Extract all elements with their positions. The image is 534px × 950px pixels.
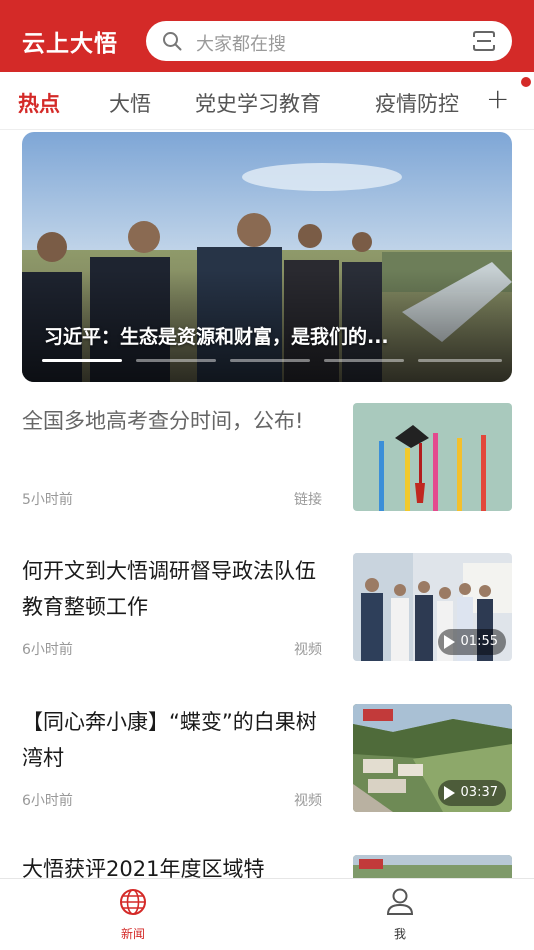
app-header: 云上大悟 大家都在搜 [0,0,534,72]
carousel-dot [136,359,216,362]
tab-hot[interactable]: 热点 [18,88,60,118]
video-duration-badge: 01:55 [437,629,506,655]
scan-icon[interactable] [472,30,496,52]
carousel-dot-active [42,359,122,362]
tab-epidemic[interactable]: 疫情防控 [375,88,459,118]
news-thumbnail: 03:37 [353,704,512,812]
carousel-indicator [42,359,502,362]
nav-label: 新闻 [120,927,145,941]
video-duration-badge: 03:37 [437,780,506,806]
app-title: 云上大悟 [22,31,118,57]
search-bar[interactable]: 大家都在搜 [146,21,512,61]
tab-dawu[interactable]: 大悟 [109,88,151,118]
play-icon [443,786,455,800]
news-type: 视频 [294,793,322,809]
news-title: 全国多地高考查分时间，公布! [22,409,304,433]
nav-label: 我 [393,927,406,941]
news-title: 大悟获评2021年度区域特 [22,857,265,878]
news-type: 链接 [294,492,322,508]
video-duration: 03:37 [460,785,498,800]
video-duration: 01:55 [460,634,498,649]
news-item[interactable]: 全国多地高考查分时间，公布! 5小时前 链接 [22,403,512,513]
carousel-dot [324,359,404,362]
news-title: 何开文到大悟调研督导政法队伍教育整顿工作 [22,559,316,619]
carousel-dot [230,359,310,362]
notification-dot [521,77,531,87]
play-icon [443,635,455,649]
news-item[interactable]: 大悟获评2021年度区域特 [22,855,512,878]
news-item[interactable]: 【同心奔小康】“蝶变”的白果树湾村 6小时前 视频 03:37 [22,704,512,814]
globe-icon [120,889,146,915]
bottom-nav: 新闻 我 [0,878,534,950]
news-thumbnail [353,855,512,878]
tab-party-history[interactable]: 党史学习教育 [195,88,321,118]
news-time: 5小时前 [22,492,73,508]
news-thumbnail [353,403,512,511]
news-thumbnail: 01:55 [353,553,512,661]
search-icon [163,32,182,51]
user-icon [386,888,414,915]
hero-caption: 习近平：生态是资源和财富，是我们的... [44,326,389,348]
search-input[interactable]: 大家都在搜 [196,30,286,56]
hero-banner[interactable]: 习近平：生态是资源和财富，是我们的... [22,132,512,382]
news-time: 6小时前 [22,642,73,658]
nav-me[interactable]: 我 [360,887,440,942]
add-tab-button[interactable]: + [486,82,509,115]
channel-tabs: 热点 大悟 党史学习教育 疫情防控 + [0,72,534,130]
news-type: 视频 [294,642,322,658]
news-time: 6小时前 [22,793,73,809]
news-item[interactable]: 何开文到大悟调研督导政法队伍教育整顿工作 6小时前 视频 01:55 [22,553,512,663]
nav-news[interactable]: 新闻 [93,887,173,942]
carousel-dot [418,359,502,362]
news-title: 【同心奔小康】“蝶变”的白果树湾村 [22,710,317,770]
